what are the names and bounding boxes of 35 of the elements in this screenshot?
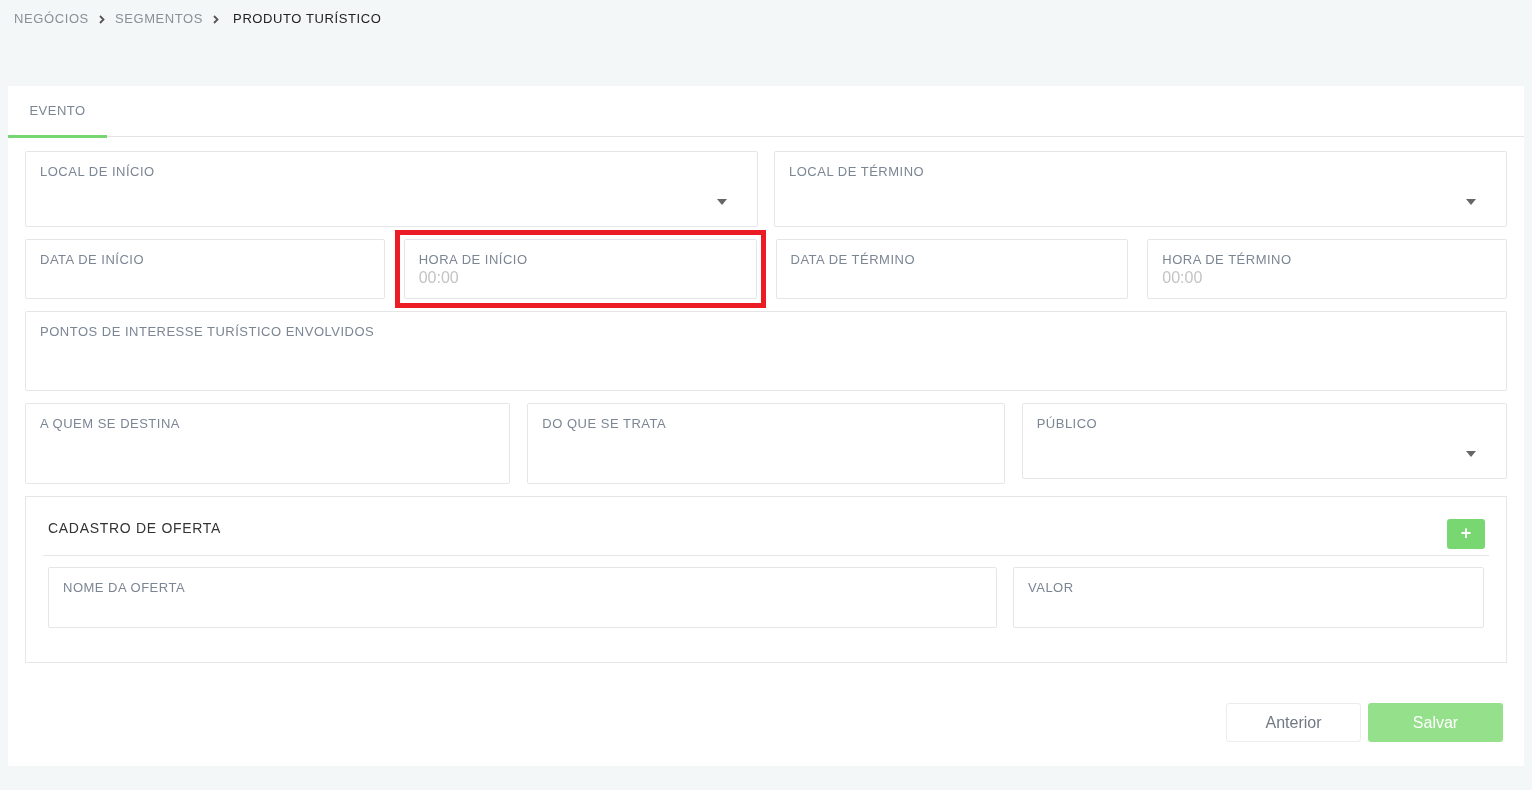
save-button[interactable]: Salvar [1368, 703, 1503, 742]
field-label: NOME DA OFERTA [63, 580, 186, 596]
breadcrumb-link[interactable]: PRODUTO TURÍSTICO [233, 9, 382, 29]
input-field[interactable] [48, 567, 997, 628]
field-label: PONTOS DE INTERESSE TURÍSTICO ENVOLVIDOS [40, 324, 375, 340]
text-area[interactable] [527, 403, 1005, 484]
caret-icon [1466, 199, 1476, 205]
field-label: LOCAL DE INÍCIO [40, 164, 155, 180]
chevron-icon [98, 14, 105, 24]
text-area[interactable] [25, 403, 511, 484]
text-area[interactable] [25, 311, 1507, 391]
field-label: DATA DE TÉRMINO [790, 252, 915, 268]
select-field[interactable] [774, 151, 1507, 227]
breadcrumb-link[interactable]: SEGMENTOS [114, 9, 204, 29]
input-field[interactable] [775, 239, 1129, 299]
field-label: DO QUE SE TRATA [542, 416, 667, 432]
caret-icon [717, 199, 727, 205]
field-label: HORA DE TÉRMINO [1162, 252, 1292, 268]
add-button[interactable]: + [1447, 518, 1485, 549]
select-field[interactable] [1021, 403, 1507, 479]
caret-icon [1466, 451, 1476, 457]
field-label: VALOR [1028, 580, 1074, 596]
section-title: CADASTRO DE OFERTA [48, 519, 222, 538]
field-label: LOCAL DE TÉRMINO [789, 164, 925, 180]
field-label: A QUEM SE DESTINA [40, 416, 180, 432]
field-label: HORA DE INÍCIO [418, 252, 528, 268]
input-field[interactable] [1013, 567, 1484, 628]
breadcrumb-link[interactable]: NEGÓCIOS [14, 9, 89, 29]
field-label: DATA DE INÍCIO [40, 252, 145, 268]
select-field[interactable] [25, 151, 758, 227]
tab[interactable]: EVENTO [8, 86, 107, 138]
input-field[interactable] [25, 239, 385, 299]
back-button[interactable]: Anterior [1226, 703, 1361, 742]
field-label: PÚBLICO [1036, 416, 1098, 432]
chevron-icon [213, 14, 220, 24]
